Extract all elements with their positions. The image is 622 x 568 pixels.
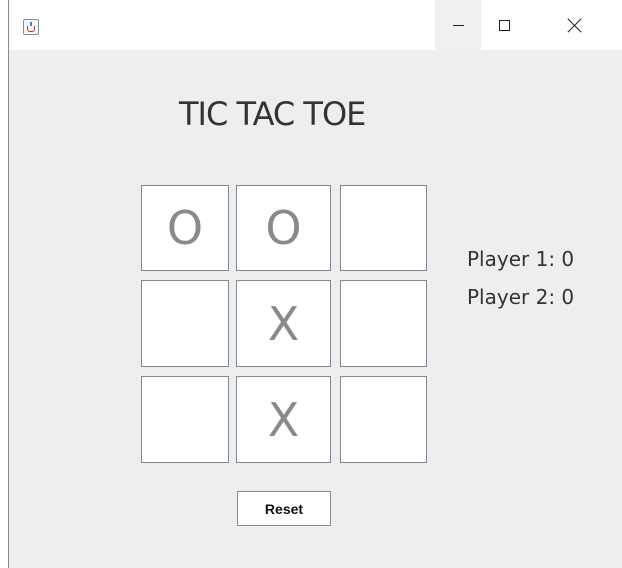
board-cell-6[interactable] bbox=[141, 376, 229, 463]
maximize-icon bbox=[498, 19, 510, 31]
close-icon bbox=[568, 18, 582, 32]
minimize-button[interactable] bbox=[435, 0, 481, 50]
player2-score: Player 2: 0 bbox=[467, 285, 575, 309]
reset-button[interactable]: Reset bbox=[237, 491, 331, 526]
board-cell-0[interactable]: O bbox=[141, 185, 229, 271]
app-window: TIC TAC TOE O O X X Player 1: 0 Player 2… bbox=[8, 0, 622, 568]
board-cell-8[interactable] bbox=[340, 376, 427, 463]
player1-score: Player 1: 0 bbox=[467, 247, 575, 271]
java-cup-icon[interactable] bbox=[23, 19, 39, 35]
board-cell-2[interactable] bbox=[340, 185, 427, 271]
board-cell-5[interactable] bbox=[340, 280, 427, 367]
maximize-button[interactable] bbox=[481, 0, 527, 50]
board-cell-7[interactable]: X bbox=[236, 376, 331, 463]
board-cell-3[interactable] bbox=[141, 280, 229, 367]
board-cell-4[interactable]: X bbox=[236, 280, 331, 367]
minimize-icon bbox=[452, 25, 464, 26]
board-cell-1[interactable]: O bbox=[236, 185, 331, 271]
game-title: TIC TAC TOE bbox=[179, 95, 366, 133]
close-button[interactable] bbox=[527, 0, 622, 50]
title-bar[interactable] bbox=[9, 0, 622, 50]
